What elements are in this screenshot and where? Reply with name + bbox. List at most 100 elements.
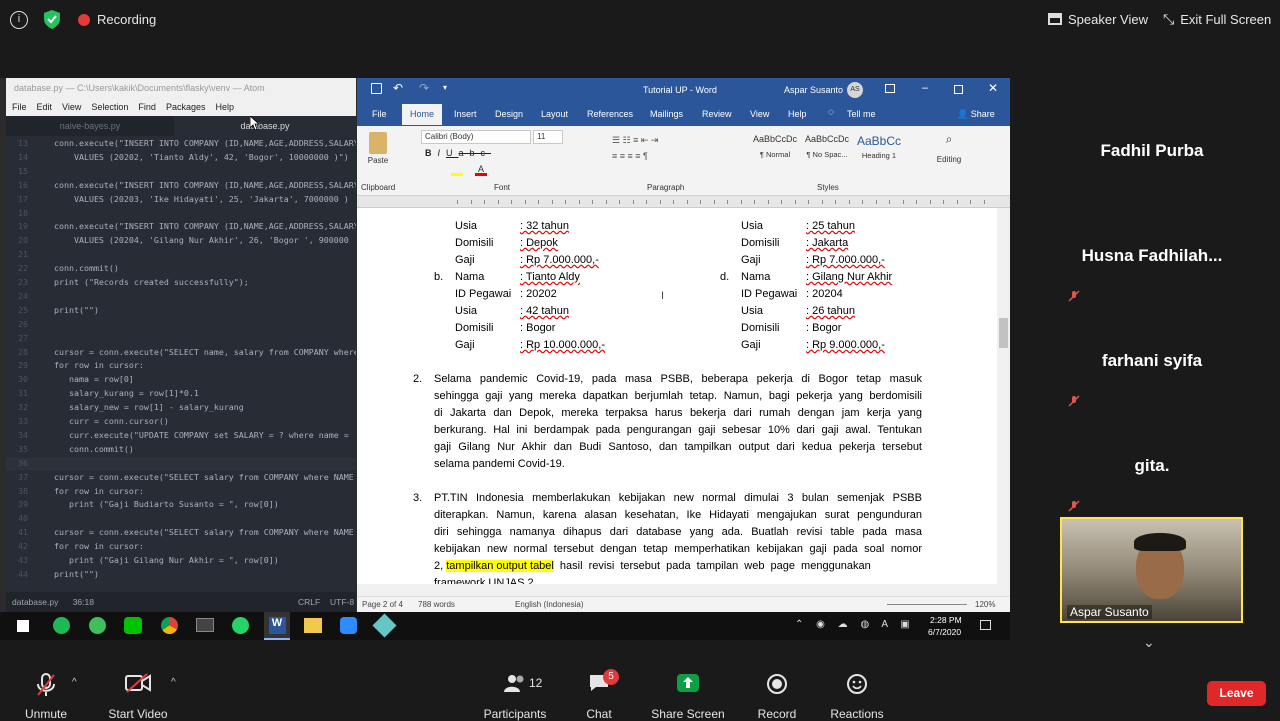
- recording-label[interactable]: Recording: [97, 12, 156, 27]
- code-editor[interactable]: 13 conn.execute("INSERT INTO COMPANY (ID…: [6, 136, 356, 592]
- tab-layout[interactable]: Layout: [541, 109, 568, 119]
- share-screen-icon[interactable]: [643, 673, 733, 698]
- chat-icon[interactable]: [554, 673, 644, 698]
- atom-menu-file[interactable]: File: [12, 102, 27, 116]
- font-size-select[interactable]: 11: [533, 130, 563, 144]
- tab-review[interactable]: Review: [702, 109, 732, 119]
- record-button[interactable]: Record: [732, 707, 822, 721]
- windows-start-icon[interactable]: [17, 620, 29, 632]
- italic-button[interactable]: I: [438, 148, 447, 158]
- speaker-view-button[interactable]: Speaker View: [1048, 10, 1148, 28]
- code-line[interactable]: 38 for row in cursor:: [6, 486, 356, 498]
- participants-button[interactable]: Participants: [470, 707, 560, 721]
- whatsapp-icon[interactable]: [232, 617, 249, 634]
- paste-button[interactable]: Paste: [365, 132, 391, 165]
- code-line[interactable]: 37 cursor = conn.execute("SELECT salary …: [6, 472, 356, 484]
- ribbon-display-icon[interactable]: [885, 84, 895, 93]
- vertical-scrollbar[interactable]: [997, 208, 1010, 584]
- code-line[interactable]: 34 curr.execute("UPDATE COMPANY set SALA…: [6, 430, 356, 442]
- code-line[interactable]: 16 conn.execute("INSERT INTO COMPANY (ID…: [6, 180, 356, 192]
- code-line[interactable]: 28 cursor = conn.execute("SELECT name, s…: [6, 347, 356, 359]
- notification-icon[interactable]: [980, 620, 991, 630]
- word-document-page[interactable]: Usia: 32 tahun Domisili: Depok Gaji: Rp 7.…: [357, 208, 997, 584]
- terminal-icon[interactable]: [196, 618, 214, 632]
- font-color-icon[interactable]: A: [475, 164, 487, 176]
- app-green-icon[interactable]: [89, 617, 106, 634]
- record-icon[interactable]: [732, 673, 822, 700]
- unmute-button[interactable]: Unmute: [1, 707, 91, 721]
- code-line[interactable]: 18: [6, 208, 356, 220]
- ruler[interactable]: [357, 196, 1010, 208]
- atom-menu-selection[interactable]: Selection: [91, 102, 128, 116]
- self-video-tile[interactable]: Aspar Susanto: [1060, 517, 1243, 623]
- taskbar-date[interactable]: 6/7/2020: [928, 627, 961, 637]
- code-line[interactable]: 30 nama = row[0]: [6, 374, 356, 386]
- status-page[interactable]: Page 2 of 4: [362, 600, 403, 609]
- status-encoding[interactable]: UTF-8: [330, 597, 354, 607]
- save-icon[interactable]: [371, 83, 382, 94]
- maximize-icon[interactable]: [954, 85, 963, 94]
- tab-help[interactable]: Help: [788, 109, 807, 119]
- tab-references[interactable]: References: [587, 109, 633, 119]
- scroll-thumb[interactable]: [999, 318, 1008, 348]
- zoom-slider[interactable]: [887, 604, 967, 605]
- code-line[interactable]: 39 print ("Gaji Budiarto Susanto = ", ro…: [6, 499, 356, 511]
- code-line[interactable]: 13 conn.execute("INSERT INTO COMPANY (ID…: [6, 138, 356, 150]
- customize-toolbar-icon[interactable]: ▾: [443, 83, 447, 92]
- reactions-button[interactable]: Reactions: [812, 707, 902, 721]
- security-shield-icon[interactable]: [44, 10, 60, 29]
- line-icon[interactable]: [124, 617, 142, 634]
- tab-design[interactable]: Design: [495, 109, 523, 119]
- atom-taskbar-icon[interactable]: [372, 613, 397, 638]
- status-line-ending[interactable]: CRLF: [298, 597, 320, 607]
- code-line[interactable]: 20 VALUES (20204, 'Gilang Nur Akhir', 26…: [6, 235, 356, 247]
- word-taskbar-icon[interactable]: W: [264, 612, 290, 640]
- chat-button[interactable]: Chat: [554, 707, 644, 721]
- atom-menu-packages[interactable]: Packages: [166, 102, 206, 116]
- style-normal[interactable]: AaBbCcDc ¶ Normal: [750, 134, 800, 172]
- code-line[interactable]: 17 VALUES (20203, 'Ike Hidayati', 25, 'J…: [6, 194, 356, 206]
- code-line[interactable]: 44 print(""): [6, 569, 356, 581]
- code-line[interactable]: 21: [6, 249, 356, 261]
- tab-home[interactable]: Home: [402, 104, 443, 125]
- atom-menu-find[interactable]: Find: [138, 102, 156, 116]
- status-cursor-position[interactable]: 36:18: [73, 597, 94, 607]
- code-line[interactable]: 35 conn.commit(): [6, 444, 356, 456]
- code-line[interactable]: 36: [6, 457, 356, 470]
- tab-view[interactable]: View: [750, 109, 769, 119]
- style-heading-1[interactable]: AaBbCc Heading 1: [854, 134, 904, 172]
- system-tray-icons[interactable]: ⌃ ◉ ☁ ◍ A ▣: [795, 619, 915, 630]
- word-user-name[interactable]: Aspar Susanto: [784, 85, 843, 95]
- code-line[interactable]: 14 VALUES (20202, 'Tianto Aldy', 42, 'Bo…: [6, 152, 356, 164]
- atom-menu-edit[interactable]: Edit: [37, 102, 53, 116]
- taskbar-time[interactable]: 2:28 PM: [930, 615, 962, 625]
- zoom-taskbar-icon[interactable]: [340, 617, 357, 634]
- exit-full-screen-button[interactable]: ⤡ Exit Full Screen: [1163, 10, 1271, 28]
- code-line[interactable]: 22 conn.commit(): [6, 263, 356, 275]
- share-screen-button[interactable]: Share Screen: [643, 707, 733, 721]
- spotify-icon[interactable]: [53, 617, 70, 634]
- code-line[interactable]: 26: [6, 319, 356, 331]
- close-icon[interactable]: ✕: [988, 81, 998, 95]
- code-line[interactable]: 40: [6, 513, 356, 525]
- bold-button[interactable]: B: [425, 148, 438, 158]
- reactions-icon[interactable]: [812, 673, 902, 700]
- tell-me-search[interactable]: Tell me: [847, 109, 876, 119]
- undo-icon[interactable]: ↶: [393, 81, 403, 95]
- code-line[interactable]: 32 salary_new = row[1] - salary_kurang: [6, 402, 356, 414]
- strikethrough-button[interactable]: abc: [459, 148, 492, 158]
- tab-naive-bayes[interactable]: naive-bayes.py: [6, 116, 174, 136]
- style-no-spacing[interactable]: AaBbCcDc ¶ No Spac...: [802, 134, 852, 172]
- code-line[interactable]: 31 salary_kurang = row[1]*0.1: [6, 388, 356, 400]
- share-button[interactable]: 👤 Share: [957, 109, 995, 120]
- video-options-chevron[interactable]: ^: [171, 677, 176, 688]
- redo-icon[interactable]: ↷: [419, 81, 429, 95]
- participants-icon[interactable]: [470, 673, 560, 698]
- code-line[interactable]: 25 print(""): [6, 305, 356, 317]
- tab-file[interactable]: File: [372, 109, 387, 119]
- paragraph-controls[interactable]: ☰ ☷ ≡ ⇤ ⇥ ≡ ≡ ≡ ≡ ¶: [612, 132, 737, 176]
- editing-button[interactable]: ⌕ Editing: [929, 132, 969, 164]
- status-file[interactable]: database.py: [12, 597, 58, 607]
- atom-menu-help[interactable]: Help: [215, 102, 234, 116]
- underline-button[interactable]: U: [446, 148, 459, 158]
